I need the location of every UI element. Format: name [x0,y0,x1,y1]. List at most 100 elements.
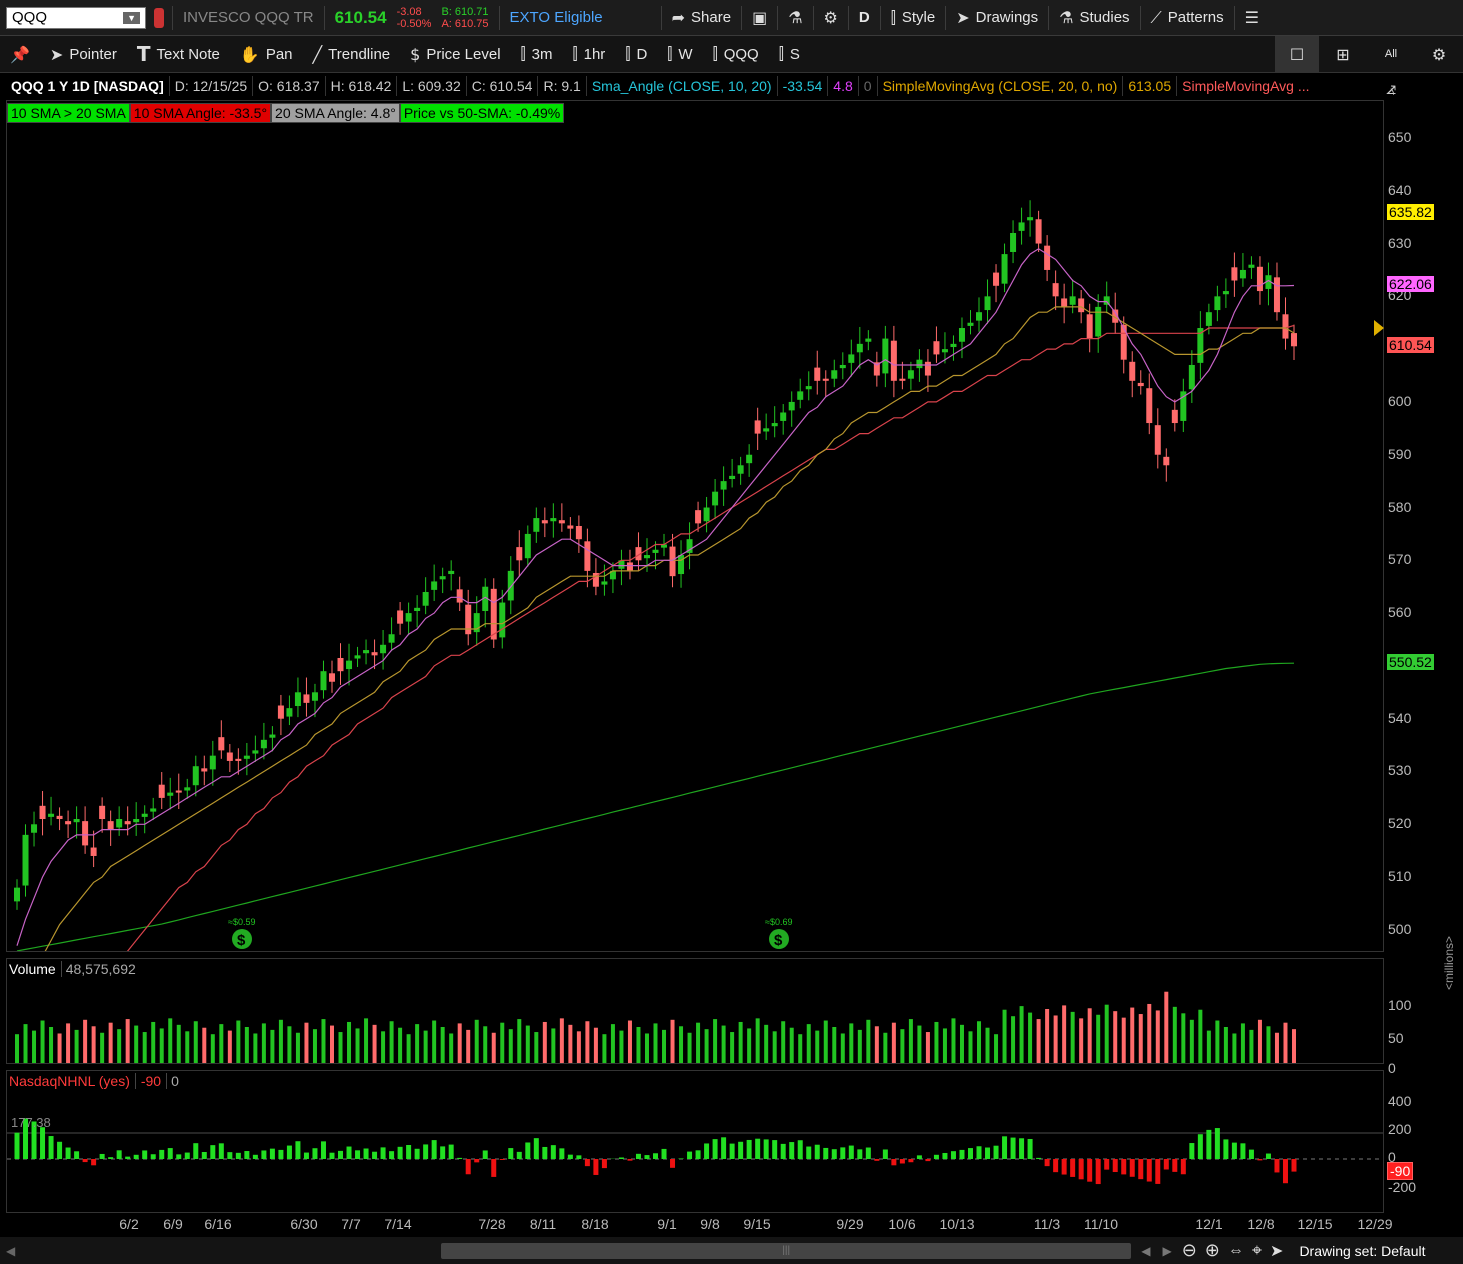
nhnl-bar [635,1153,641,1159]
candle-body [1222,291,1229,295]
nhnl-bar [508,1148,514,1159]
text-note-tool[interactable]: T Text Note [127,36,230,72]
pan-arrows-icon[interactable]: ⇔ [1228,1242,1244,1260]
volume-bar [32,1030,37,1063]
symbol-qqq-button[interactable]: ⫿ QQQ [703,36,769,72]
candle-icon: ⫿ [625,44,631,63]
study-sma50[interactable]: SimpleMovingAvg ... [1177,76,1314,96]
volume-bar [857,1029,862,1063]
nhnl-bar [1061,1159,1067,1175]
volume-bar [372,1024,377,1063]
style-button[interactable]: ⫿ Style [881,0,945,35]
volume-bar [1096,1014,1101,1063]
aggregation-1hr[interactable]: ⫿ 1hr [563,36,616,72]
lab-button[interactable]: ⚗ [778,0,812,35]
nhnl-bar [1189,1143,1195,1159]
studies-label: Studies [1079,9,1130,26]
price-tick: 520 [1388,815,1412,832]
price-level-tool[interactable]: $ Price Level [400,36,510,72]
period-button[interactable]: D [849,0,880,35]
chart-title: QQQ 1 Y 1D [NASDAQ] [6,76,170,96]
link-color-icon[interactable] [154,7,164,28]
nhnl-bar [355,1150,361,1159]
price-chart[interactable]: ≈$0.59 $ ≈$0.69 $ [7,101,1383,1089]
volume-bar [900,1029,905,1063]
candle-body [856,343,863,353]
candle-body [260,739,267,749]
candle-body [439,576,446,580]
all-button[interactable]: All [1367,36,1415,72]
trendline-tool[interactable]: ╱ Trendline [303,36,401,72]
exto-badge[interactable]: EXTO Eligible [500,0,613,35]
study-sma-angle-value2: 4.8 [828,76,859,96]
nhnl-bar [1010,1137,1016,1159]
chart-gear-button[interactable]: ⚙ [1415,36,1463,72]
nhnl-bar [712,1139,718,1159]
study-sma-angle[interactable]: Sma_Angle (CLOSE, 10, 20) [587,76,778,96]
candle-body [1137,382,1144,387]
pointer-tool[interactable]: ➤ Pointer [40,36,127,72]
settings-button[interactable]: ⚙ [814,0,848,35]
nhnl-pane[interactable]: NasdaqNHNL (yes) -90 0 177.38 [6,1070,1384,1213]
candle-body [48,813,55,817]
scrollbar-thumb[interactable]: ||| [441,1242,1132,1259]
candle-body [1086,314,1093,339]
nhnl-bar [1155,1159,1161,1184]
nhnl-bar [312,1148,318,1159]
zoom-in-icon[interactable]: ⊕ [1205,1240,1220,1261]
volume-bar [764,1024,769,1063]
scroll-next-icon[interactable]: ▶ [1162,1244,1171,1258]
candle-body [737,465,744,474]
volume-pane[interactable]: Volume 48,575,692 [6,958,1384,1064]
patterns-button[interactable]: ⟋ Patterns [1141,0,1234,35]
symbol-input[interactable]: QQQ ▼ [6,6,146,29]
time-axis[interactable]: 6/2 6/9 6/16 6/30 7/7 7/14 7/28 8/11 8/18 9/1 9/8 9… [6,1215,1392,1235]
aggregation-w[interactable]: ⫿ W [657,36,702,72]
pin-button[interactable]: 📌 [0,36,40,72]
volume-bar [670,1019,675,1063]
crosshair-icon[interactable]: ⌖ [1252,1240,1262,1261]
candle-body [133,819,140,823]
studies-button[interactable]: ⚗ Studies [1049,0,1139,35]
menu-button[interactable]: ☰ [1235,0,1269,35]
price-axis[interactable]: ⦨ 65064063062061060059058057056055054053… [1374,75,1463,1215]
candle-body [465,604,472,635]
symbol-dropdown-icon[interactable]: ▼ [123,11,140,24]
symbol-s-button[interactable]: ⫿ S [769,36,810,72]
nhnl-bar [985,1147,991,1159]
cursor-icon[interactable]: ➤ [1270,1241,1283,1261]
nhnl-bar [1163,1159,1169,1170]
nhnl-bar [1172,1159,1178,1172]
chart-settings-button[interactable]: ▣ [742,0,777,35]
drawings-button[interactable]: ➤ Drawings [946,0,1048,35]
pan-tool[interactable]: ✋ Pan [230,36,303,72]
aggregation-3m[interactable]: ⫿ 3m [511,36,563,72]
share-button[interactable]: ➦ Share [662,0,741,35]
nhnl-value1: -90 [136,1073,168,1089]
study-sma20[interactable]: SimpleMovingAvg (CLOSE, 20, 0, no) [878,76,1124,96]
scroll-left-icon[interactable]: ◀ [6,1244,15,1258]
grid-layout-button[interactable]: ⊞ [1319,36,1367,72]
volume-tick: 50 [1388,1030,1404,1046]
nhnl-bar [891,1159,897,1166]
drawing-set-label[interactable]: Drawing set: Default [1299,1243,1425,1259]
zoom-out-icon[interactable]: ⊖ [1182,1240,1197,1261]
nhnl-bar [1129,1159,1135,1177]
time-tick: 8/11 [529,1216,557,1232]
volume-tick: 100 [1388,997,1412,1013]
volume-bar [1045,1009,1050,1063]
scroll-prev-icon[interactable]: ◀ [1141,1244,1150,1258]
candle-body [175,790,182,793]
aggregation-d[interactable]: ⫿ D [615,36,657,72]
nhnl-bar [286,1145,292,1159]
single-layout-button[interactable]: ☐ [1275,36,1319,72]
candle-body [890,340,897,381]
volume-bar [466,1029,471,1063]
price-pane[interactable]: ≈$0.59 $ ≈$0.69 $ [6,100,1384,1089]
candle-icon: ⫿ [572,44,578,63]
nhnl-bar [738,1141,744,1159]
volume-bar [968,1031,973,1063]
volume-bar [1130,1007,1135,1063]
axis-style-icon[interactable]: ⦨ [1386,78,1412,100]
volume-bar [755,1018,760,1063]
